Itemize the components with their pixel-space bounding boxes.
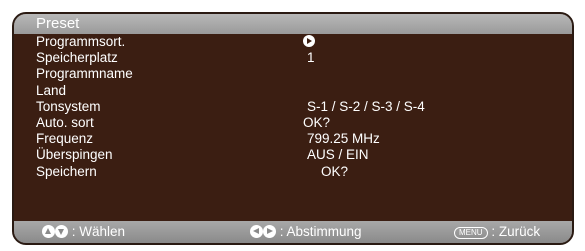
row-speicherplatz[interactable]: Speicherplatz 1 (14, 50, 572, 66)
row-value: OK? (303, 114, 331, 130)
arrow-left-icon (250, 225, 263, 238)
row-label: Überspingen (36, 147, 113, 163)
row-value: AUS / EIN (307, 147, 369, 163)
row-auto-sort[interactable]: Auto. sort OK? (14, 115, 572, 131)
row-land[interactable]: Land (14, 83, 572, 99)
row-label: Speicherplatz (36, 50, 118, 66)
row-label: Programmname (36, 66, 133, 82)
menu-title: Preset (36, 15, 80, 32)
row-value: 1 (307, 50, 315, 66)
row-programmname[interactable]: Programmname (14, 66, 572, 82)
help-bar: : Wählen : Abstimmung MENU : Zurück (14, 221, 572, 243)
back-hint-label: : Zurück (491, 224, 541, 239)
row-value: S-1 / S-2 / S-3 / S-4 (307, 98, 425, 114)
row-label: Land (36, 82, 67, 98)
row-value: 799.25 MHz (307, 131, 380, 147)
tune-hint: : Abstimmung (250, 224, 362, 239)
row-label: Speichern (36, 163, 97, 179)
select-hint: : Wählen (42, 224, 125, 239)
title-bar: Preset (14, 14, 572, 34)
arrow-right-icon (263, 225, 276, 238)
row-frequenz[interactable]: Frequenz 799.25 MHz (14, 131, 572, 147)
row-label: Auto. sort (36, 114, 94, 130)
row-label: Tonsystem (36, 98, 101, 114)
arrow-up-icon (42, 225, 55, 238)
preset-menu: Preset Programmsort. Speicherplatz 1 Pro… (14, 14, 572, 243)
row-speichern[interactable]: Speichern OK? (14, 164, 572, 180)
select-hint-label: : Wählen (71, 224, 126, 239)
menu-rows: Programmsort. Speicherplatz 1 Programmna… (14, 34, 572, 180)
back-hint: MENU : Zurück (454, 224, 540, 239)
row-value: OK? (321, 163, 349, 179)
row-programmsort[interactable]: Programmsort. (14, 34, 572, 50)
row-label: Frequenz (36, 131, 94, 147)
row-tonsystem[interactable]: Tonsystem S-1 / S-2 / S-3 / S-4 (14, 99, 572, 115)
arrow-down-icon (55, 225, 68, 238)
row-ueberspingen[interactable]: Überspingen AUS / EIN (14, 147, 572, 163)
row-label: Programmsort. (36, 34, 126, 49)
play-circle-icon[interactable] (303, 35, 315, 47)
menu-key-icon: MENU (454, 227, 488, 239)
tune-hint-label: : Abstimmung (279, 224, 362, 239)
